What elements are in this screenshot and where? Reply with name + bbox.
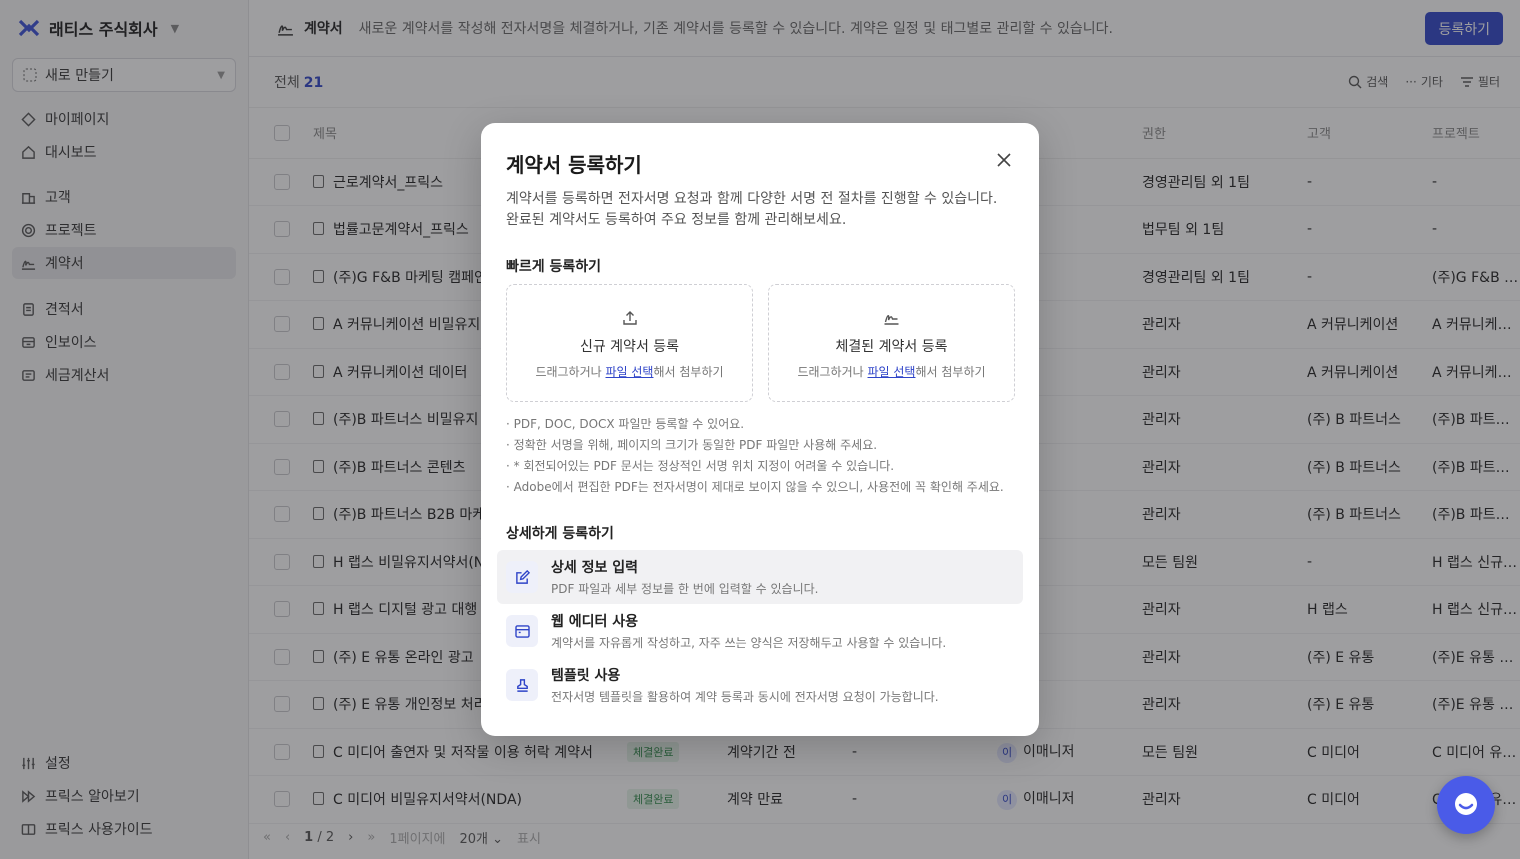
modal-title: 계약서 등록하기 bbox=[506, 153, 642, 177]
detail-input-option[interactable]: 상세 정보 입력 PDF 파일과 세부 정보를 한 번에 입력할 수 있습니다. bbox=[497, 550, 1023, 604]
edit-icon bbox=[515, 569, 530, 584]
modal-description-line: 완료된 계약서도 등록하여 주요 정보를 함께 관리해보세요. bbox=[506, 212, 847, 228]
dropzone-label: 체결된 계약서 등록 bbox=[835, 339, 948, 355]
web-editor-option[interactable]: 웹 에디터 사용계약서를 자유롭게 작성하고, 자주 쓰는 양식은 저장해두고 … bbox=[497, 604, 1023, 658]
new-contract-dropzone[interactable]: 신규 계약서 등록 드래그하거나 파일 선택해서 첨부하기 bbox=[506, 284, 753, 402]
quick-register-title: 빠르게 등록하기 bbox=[506, 259, 602, 275]
dropzone-hint-prefix: 드래그하거나 bbox=[797, 365, 868, 379]
modal-description-line: 계약서를 등록하면 전자서명 요청과 함께 다양한 서명 전 절차를 진행할 수… bbox=[506, 191, 998, 207]
register-contract-modal: 계약서 등록하기 계약서를 등록하면 전자서명 요청과 함께 다양한 서명 전 … bbox=[481, 123, 1039, 736]
chat-support-button[interactable] bbox=[1437, 776, 1495, 834]
signed-contract-dropzone[interactable]: 체결된 계약서 등록 드래그하거나 파일 선택해서 첨부하기 bbox=[768, 284, 1015, 402]
stamp-icon bbox=[516, 678, 528, 692]
dropzone-hint: 드래그하거나 파일 선택해서 첨부하기 bbox=[507, 363, 752, 380]
modal-description: 계약서를 등록하면 전자서명 요청과 함께 다양한 서명 전 절차를 진행할 수… bbox=[506, 189, 1016, 231]
option-title: 웹 에디터 사용 bbox=[551, 614, 639, 630]
dropzone-hint-suffix: 해서 첨부하기 bbox=[653, 365, 724, 379]
template-option[interactable]: 템플릿 사용전자서명 템플릿을 활용하여 계약 등록과 동시에 전자서명 요청이… bbox=[497, 658, 1023, 712]
chat-bubble-icon bbox=[1455, 793, 1477, 815]
upload-icon bbox=[622, 311, 637, 325]
detail-register-title: 상세하게 등록하기 bbox=[506, 526, 614, 542]
upload-note: · Adobe에서 편집한 PDF는 전자서명이 제대로 보이지 않을 수 있으… bbox=[506, 480, 1004, 494]
option-desc: 계약서를 자유롭게 작성하고, 자주 쓰는 양식은 저장해두고 사용할 수 있습… bbox=[551, 636, 947, 650]
option-title: 템플릿 사용 bbox=[551, 668, 621, 684]
signature-icon bbox=[884, 315, 899, 325]
upload-note: · * 회전되어있는 PDF 문서는 정상적인 서명 위치 지정이 어려울 수 … bbox=[506, 459, 895, 473]
close-icon[interactable] bbox=[995, 151, 1013, 169]
dropzone-label: 신규 계약서 등록 bbox=[579, 339, 680, 355]
option-desc: PDF 파일과 세부 정보를 한 번에 입력할 수 있습니다. bbox=[551, 582, 819, 596]
file-select-link[interactable]: 파일 선택 bbox=[868, 365, 916, 379]
upload-note: · PDF, DOC, DOCX 파일만 등록할 수 있어요. bbox=[506, 417, 745, 431]
upload-note: · 정확한 서명을 위해, 페이지의 크기가 동일한 PDF 파일만 사용해 주… bbox=[506, 438, 878, 452]
file-select-link[interactable]: 파일 선택 bbox=[606, 365, 654, 379]
browser-window-icon bbox=[514, 624, 530, 638]
option-title: 상세 정보 입력 bbox=[551, 560, 639, 576]
option-desc: 전자서명 템플릿을 활용하여 계약 등록과 동시에 전자서명 요청이 가능합니다… bbox=[551, 690, 939, 704]
upload-notes: · PDF, DOC, DOCX 파일만 등록할 수 있어요. · 정확한 서명… bbox=[506, 414, 1004, 498]
dropzone-hint: 드래그하거나 파일 선택해서 첨부하기 bbox=[769, 363, 1014, 380]
dropzone-hint-suffix: 해서 첨부하기 bbox=[915, 365, 986, 379]
dropzone-hint-prefix: 드래그하거나 bbox=[535, 365, 606, 379]
